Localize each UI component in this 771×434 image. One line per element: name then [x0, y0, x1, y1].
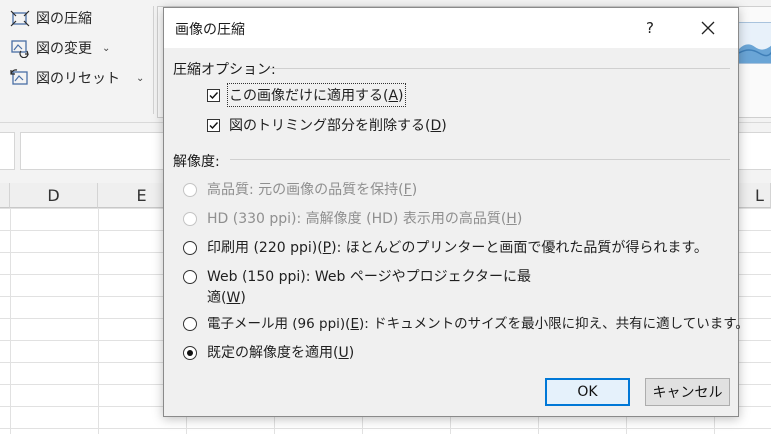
- radio-button[interactable]: [183, 241, 197, 255]
- change-picture-icon: [10, 38, 30, 59]
- column-header-d[interactable]: D: [10, 183, 98, 208]
- dialog-title: 画像の圧縮: [175, 22, 245, 38]
- radio-web-150[interactable]: Web (150 ppi): Web ページやプロジェクターに最 適(W): [183, 267, 531, 309]
- radio-button[interactable]: [183, 270, 197, 284]
- reset-picture-label: 図のリセット: [36, 71, 120, 87]
- column-label: E: [136, 185, 147, 205]
- checkbox-box[interactable]: [207, 88, 220, 102]
- cancel-button[interactable]: キャンセル: [645, 378, 730, 406]
- column-header-l[interactable]: L: [739, 183, 771, 208]
- compress-options-label: 圧縮オプション:: [173, 62, 276, 78]
- reset-picture-icon: [10, 68, 30, 88]
- reset-picture-button[interactable]: 図のリセット ⌄: [10, 66, 144, 90]
- radio-email-96[interactable]: 電子メール用 (96 ppi)(E): ドキュメントのサイズを最小限に抑え、共有…: [183, 314, 749, 334]
- radio-high-fidelity[interactable]: 高品質: 元の画像の品質を保持(F): [183, 180, 417, 200]
- close-icon: [701, 21, 715, 35]
- compress-pictures-label: 図の圧縮: [36, 11, 92, 27]
- close-button[interactable]: [690, 14, 726, 42]
- radio-button[interactable]: [183, 317, 197, 331]
- compress-pictures-icon: [10, 8, 30, 28]
- column-label: L: [755, 185, 764, 205]
- radio-button[interactable]: [183, 346, 197, 360]
- delete-cropped-areas-label: 図のトリミング部分を削除する(D): [229, 118, 447, 134]
- section-divider: [269, 68, 730, 69]
- dialog-titlebar[interactable]: 画像の圧縮 ?: [164, 8, 738, 48]
- radio-button[interactable]: [183, 183, 197, 197]
- column-header-partial[interactable]: [0, 183, 10, 208]
- help-button[interactable]: ?: [632, 14, 668, 42]
- change-picture-button[interactable]: 図の変更 ⌄: [10, 36, 110, 60]
- change-picture-label: 図の変更: [36, 41, 92, 57]
- checkmark-icon: [209, 121, 219, 129]
- apply-only-this-checkbox[interactable]: この画像だけに適用する(A): [207, 83, 406, 107]
- resolution-label: 解像度:: [173, 154, 220, 170]
- radio-default-resolution-label: 既定の解像度を適用(U): [207, 345, 355, 361]
- compress-pictures-dialog: 画像の圧縮 ? 圧縮オプション: この画像だけに適用する(A) 図のトリミング部…: [163, 7, 749, 417]
- name-box[interactable]: [0, 132, 15, 170]
- radio-hd-330-label: HD (330 ppi): 高解像度 (HD) 表示用の高品質(H): [207, 211, 523, 227]
- compress-pictures-button[interactable]: 図の圧縮: [10, 6, 92, 30]
- radio-print-220[interactable]: 印刷用 (220 ppi)(P): ほとんどのプリンターと画面で優れた品質が得ら…: [183, 238, 708, 258]
- radio-print-220-label: 印刷用 (220 ppi)(P): ほとんどのプリンターと画面で優れた品質が得ら…: [207, 240, 708, 256]
- chevron-down-icon: ⌄: [102, 42, 111, 54]
- chevron-down-icon: ⌄: [136, 72, 145, 84]
- radio-high-fidelity-label: 高品質: 元の画像の品質を保持(F): [207, 182, 418, 198]
- apply-only-this-label: この画像だけに適用する(A): [227, 83, 406, 107]
- checkbox-box[interactable]: [207, 118, 220, 132]
- radio-selected-dot: [187, 350, 193, 356]
- radio-default-resolution[interactable]: 既定の解像度を適用(U): [183, 343, 354, 363]
- radio-button[interactable]: [183, 212, 197, 226]
- picture-style-thumbnail[interactable]: [738, 22, 771, 64]
- checkmark-icon: [209, 91, 219, 99]
- radio-web-150-label: Web (150 ppi): Web ページやプロジェクターに最 適(W): [207, 269, 532, 306]
- column-label: D: [47, 185, 60, 205]
- radio-hd-330[interactable]: HD (330 ppi): 高解像度 (HD) 表示用の高品質(H): [183, 209, 522, 229]
- help-icon: ?: [646, 19, 654, 37]
- section-divider: [230, 159, 730, 160]
- picture-adjust-group: 図の圧縮 図の変更 ⌄ 図のリセット ⌄: [0, 0, 150, 120]
- ok-button[interactable]: OK: [545, 378, 630, 406]
- delete-cropped-areas-checkbox[interactable]: 図のトリミング部分を削除する(D): [207, 115, 447, 135]
- ribbon-separator: [153, 6, 154, 114]
- radio-email-96-label: 電子メール用 (96 ppi)(E): ドキュメントのサイズを最小限に抑え、共有…: [207, 316, 749, 332]
